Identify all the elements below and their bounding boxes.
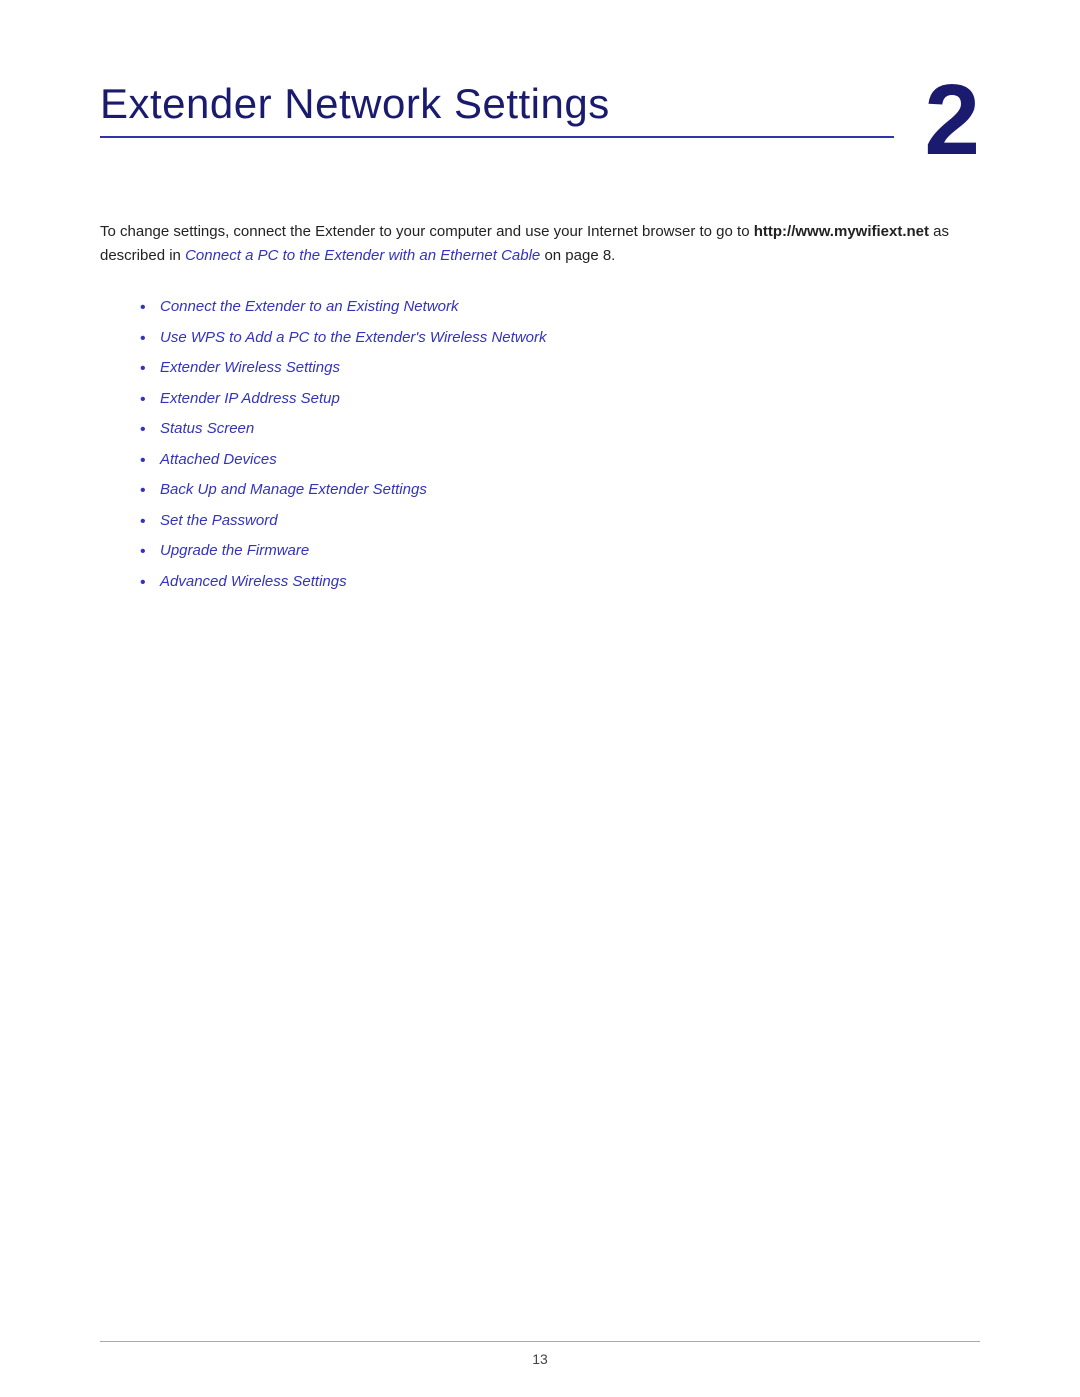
list-item: Upgrade the Firmware — [140, 540, 980, 563]
intro-url: http://www.mywifiext.net — [754, 223, 929, 240]
list-item: Use WPS to Add a PC to the Extender's Wi… — [140, 327, 980, 350]
page-container: Extender Network Settings 2 To change se… — [0, 0, 1080, 1397]
list-item: Back Up and Manage Extender Settings — [140, 479, 980, 502]
bullet-link-7[interactable]: Back Up and Manage Extender Settings — [160, 481, 427, 498]
list-item: Extender IP Address Setup — [140, 388, 980, 411]
list-item: Advanced Wireless Settings — [140, 571, 980, 594]
bullet-link-10[interactable]: Advanced Wireless Settings — [160, 573, 347, 590]
footer-page-number: 13 — [532, 1351, 548, 1367]
chapter-number: 2 — [924, 70, 980, 170]
bullet-list: Connect the Extender to an Existing Netw… — [140, 296, 980, 593]
bullet-link-2[interactable]: Use WPS to Add a PC to the Extender's Wi… — [160, 329, 546, 346]
bullet-link-4[interactable]: Extender IP Address Setup — [160, 390, 340, 407]
list-item: Attached Devices — [140, 449, 980, 472]
chapter-title: Extender Network Settings — [100, 80, 894, 128]
list-item: Extender Wireless Settings — [140, 357, 980, 380]
header-section: Extender Network Settings 2 — [100, 80, 980, 170]
intro-text-before: To change settings, connect the Extender… — [100, 223, 754, 240]
intro-paragraph: To change settings, connect the Extender… — [100, 220, 980, 268]
list-item: Set the Password — [140, 510, 980, 533]
intro-text-end: on page 8. — [540, 247, 615, 264]
bullet-link-6[interactable]: Attached Devices — [160, 451, 277, 468]
chapter-title-block: Extender Network Settings — [100, 80, 894, 138]
footer-line — [100, 1341, 980, 1342]
title-underline — [100, 136, 894, 138]
bullet-link-8[interactable]: Set the Password — [160, 512, 278, 529]
bullet-link-9[interactable]: Upgrade the Firmware — [160, 542, 309, 559]
bullet-link-3[interactable]: Extender Wireless Settings — [160, 359, 340, 376]
bullet-link-5[interactable]: Status Screen — [160, 420, 254, 437]
bullet-link-1[interactable]: Connect the Extender to an Existing Netw… — [160, 298, 459, 315]
list-item: Connect the Extender to an Existing Netw… — [140, 296, 980, 319]
list-item: Status Screen — [140, 418, 980, 441]
intro-italic-link[interactable]: Connect a PC to the Extender with an Eth… — [185, 247, 540, 264]
